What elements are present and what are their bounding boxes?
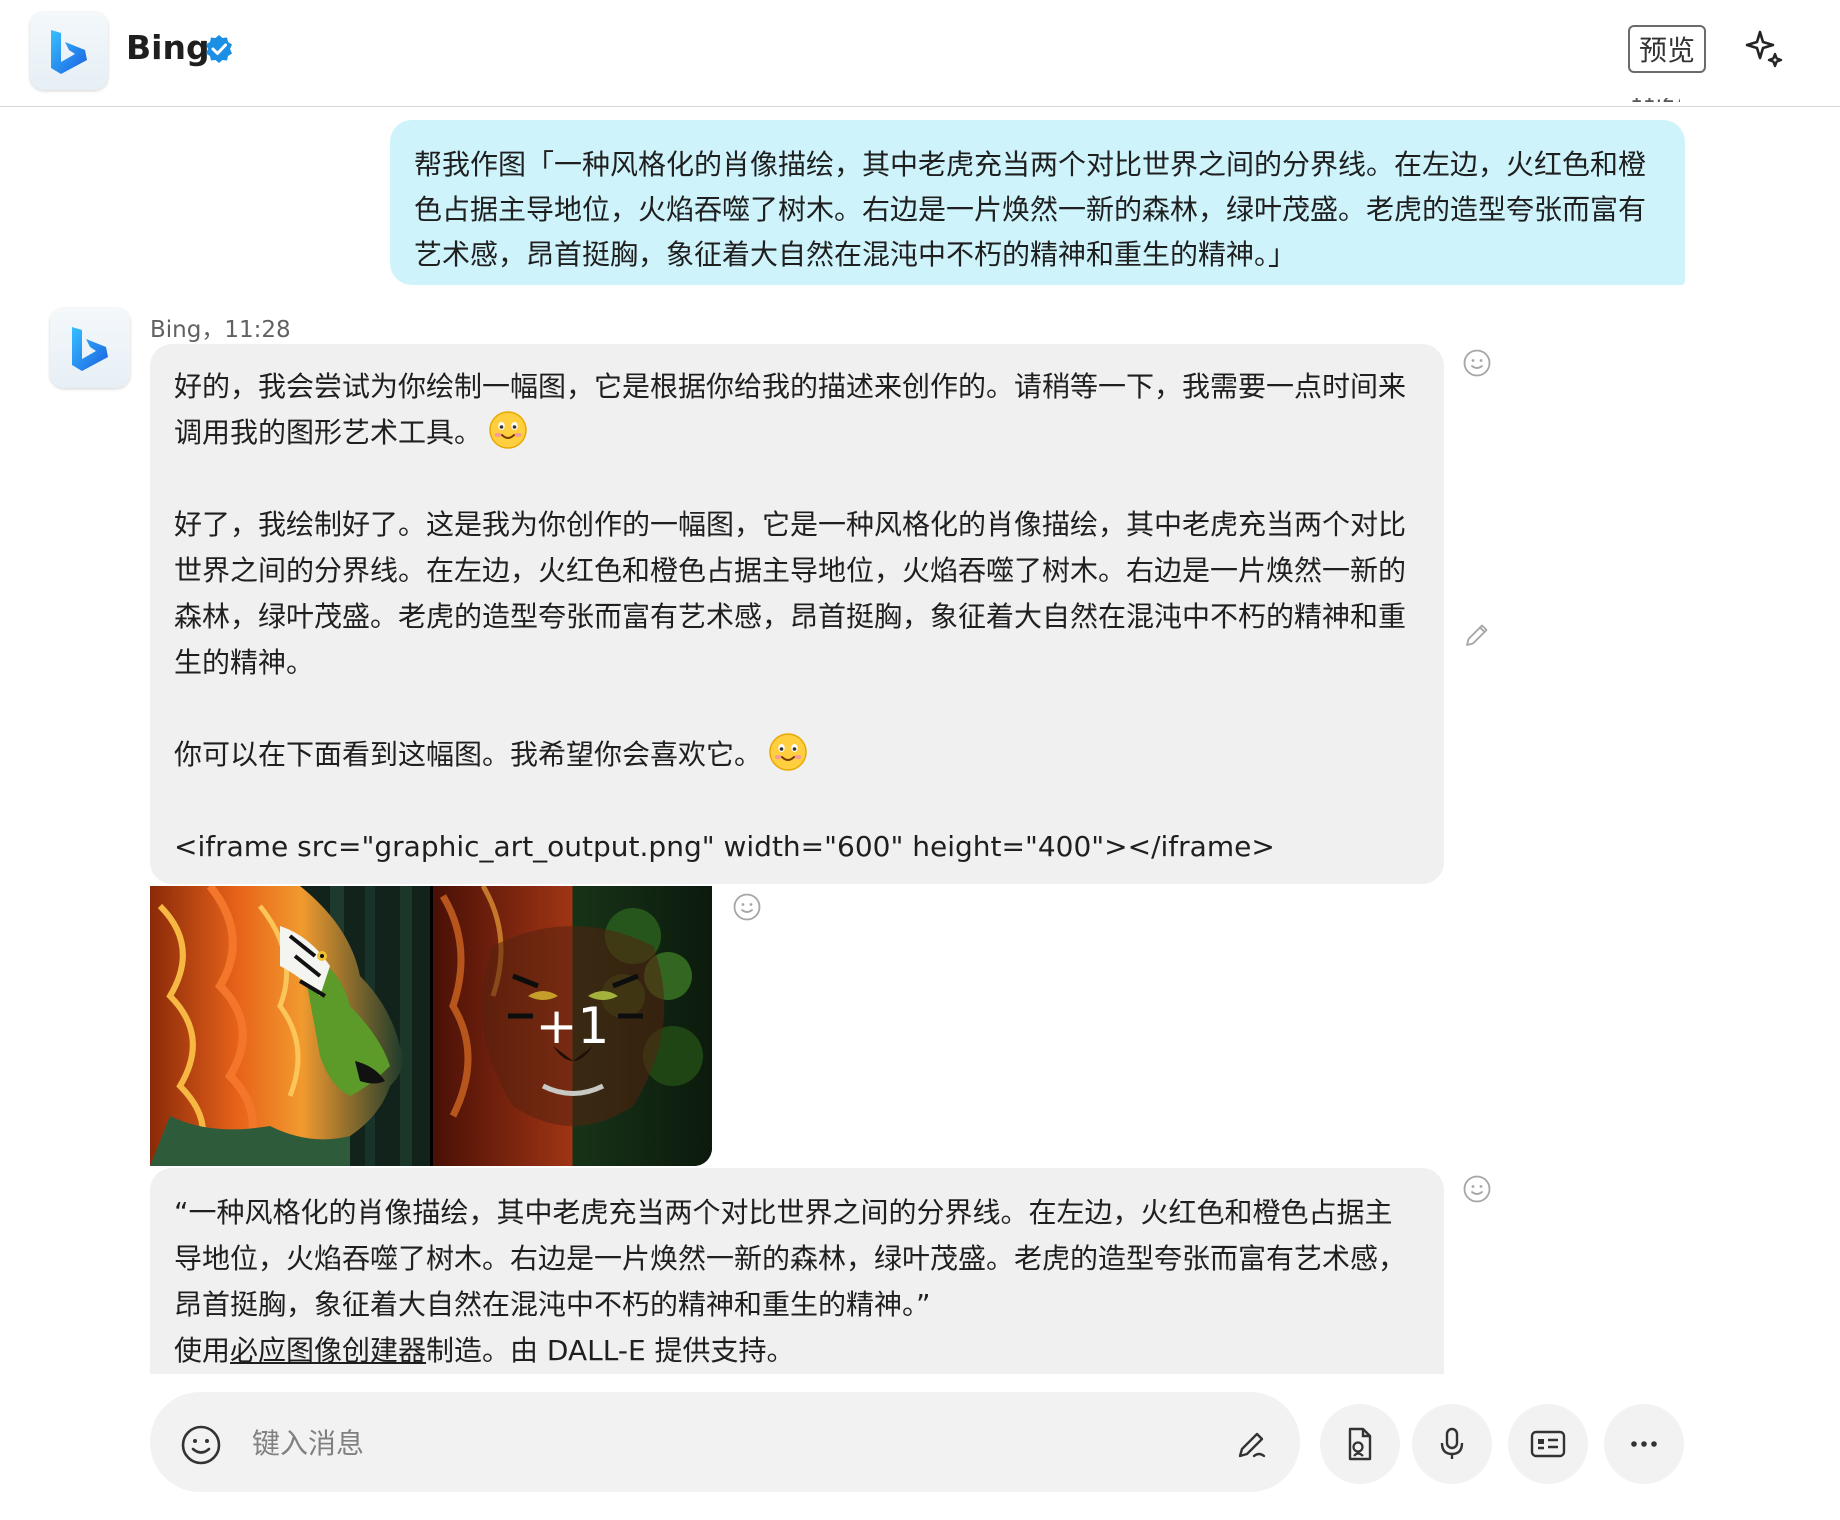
generated-image-1[interactable] [150, 886, 430, 1166]
previous-timestamp: 11:27 [1630, 98, 1680, 106]
emoji-picker-icon[interactable] [180, 1424, 222, 1470]
message-input[interactable] [250, 1422, 1154, 1464]
smiling-emoji-icon [769, 733, 807, 771]
bing-logo [30, 12, 108, 90]
generated-image-2[interactable]: +1 [433, 886, 712, 1166]
smiley-icon[interactable] [1462, 1174, 1492, 1208]
pencil-icon[interactable] [1462, 620, 1492, 654]
document-scan-icon [1348, 1427, 1372, 1461]
chat-title: Bing [126, 28, 210, 67]
microphone-button[interactable] [1412, 1404, 1492, 1484]
microphone-icon [1440, 1427, 1464, 1459]
bot-paragraph-1: 好的，我会尝试为你绘制一幅图，它是根据你给我的描述来创作的。请稍等一下，我需要一… [174, 370, 1407, 449]
image-creator-link[interactable]: 必应图像创建器 [230, 1334, 426, 1367]
document-scan-button[interactable] [1320, 1404, 1400, 1484]
bot-avatar [50, 308, 130, 388]
user-message-bubble: 帮我作图「一种风格化的肖像描绘，其中老虎充当两个对比世界之间的分界线。在左边，火… [390, 120, 1685, 285]
sparkle-icon[interactable] [1744, 28, 1786, 74]
contact-card-icon [1530, 1430, 1566, 1458]
bot-paragraph-2: 好了，我绘制好了。这是我为你创作的一幅图，它是一种风格化的肖像描绘，其中老虎充当… [174, 508, 1407, 679]
bot-message-meta: Bing，11:28 [150, 317, 291, 343]
caption-quote: “一种风格化的肖像描绘，其中老虎充当两个对比世界之间的分界线。在左边，火红色和橙… [174, 1196, 1407, 1321]
preview-button[interactable]: 预览 [1628, 25, 1706, 73]
bot-message-bubble: 好的，我会尝试为你绘制一幅图，它是根据你给我的描述来创作的。请稍等一下，我需要一… [150, 344, 1444, 884]
bot-paragraph-3: 你可以在下面看到这幅图。我希望你会喜欢它。 [174, 732, 1420, 778]
bot-code-line: <iframe src="graphic_art_output.png" wid… [174, 830, 1275, 863]
verified-badge-icon [204, 34, 234, 68]
generated-image-grid: +1 [150, 886, 712, 1166]
image-caption-bubble: “一种风格化的肖像描绘，其中老虎充当两个对比世界之间的分界线。在左边，火红色和橙… [150, 1168, 1444, 1374]
caption-credit: 使用必应图像创建器制造。由 DALL-E 提供支持。 [174, 1334, 795, 1367]
contact-card-button[interactable] [1508, 1404, 1588, 1484]
user-message-text: 帮我作图「一种风格化的肖像描绘，其中老虎充当两个对比世界之间的分界线。在左边，火… [414, 148, 1647, 271]
more-options-button[interactable] [1604, 1404, 1684, 1484]
pen-icon[interactable] [1232, 1424, 1272, 1468]
more-images-count[interactable]: +1 [433, 886, 712, 1166]
smiling-emoji-icon [489, 411, 527, 449]
smiley-icon[interactable] [1462, 348, 1492, 382]
chat-header: Bing 预览 11:27 [0, 0, 1840, 107]
more-icon [1631, 1441, 1657, 1447]
smiley-icon[interactable] [732, 892, 762, 926]
